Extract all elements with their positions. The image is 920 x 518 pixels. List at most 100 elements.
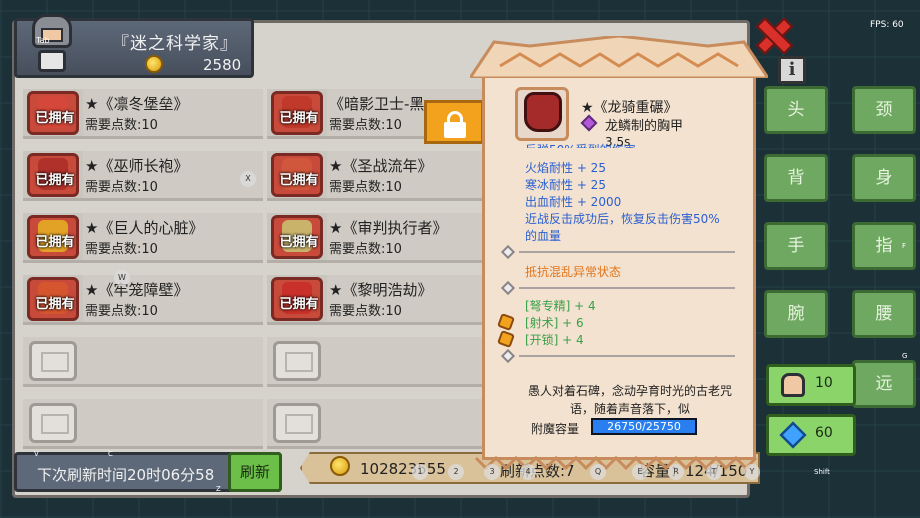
divider xyxy=(519,355,735,357)
tooltip-item-type: 龙鳞制的胸甲 xyxy=(605,119,684,134)
empty-store-slot[interactable] xyxy=(267,399,507,449)
store-item[interactable]: 已拥有 ★《圣战流年》 需要点数:10 xyxy=(267,151,507,201)
owned-label: 已拥有 xyxy=(35,297,75,312)
item-name: 《暗影卫士-黑 xyxy=(329,95,425,113)
item-name: ★《牢笼障壁》 xyxy=(85,281,189,299)
hotkey-4-hint: 4 xyxy=(520,464,536,480)
empty-store-slot[interactable] xyxy=(23,337,263,387)
store-item[interactable]: 已拥有 ★《凛冬堡垒》 需要点数:10 xyxy=(23,89,263,139)
owned-label: 已拥有 xyxy=(279,235,319,250)
item-name: ★《黎明浩劫》 xyxy=(329,281,433,299)
hotkey-r-hint: R xyxy=(668,464,684,480)
store-item[interactable]: 已拥有 ★《审判执行者》 需要点数:10 xyxy=(267,213,507,263)
enchant-capacity-value: 26750/25750 xyxy=(607,420,681,433)
store-item[interactable]: 已拥有 ★《黎明浩劫》 需要点数:10 xyxy=(267,275,507,325)
equip-slot-head[interactable]: 头 xyxy=(764,86,828,134)
owned-label: 已拥有 xyxy=(35,173,75,188)
equip-slot-wrist[interactable]: 腕 xyxy=(764,290,828,338)
stat-line: 火焰耐性 + 25 xyxy=(525,161,606,175)
divider-diamond-icon xyxy=(500,280,516,296)
store-item[interactable]: 已拥有 ★《牢笼障壁》 需要点数:10 xyxy=(23,275,263,325)
item-icon: 已拥有 xyxy=(271,91,323,135)
equip-slot-hand[interactable]: 手 xyxy=(764,222,828,270)
gem-icon xyxy=(580,114,598,132)
item-cost: 需要点数:10 xyxy=(85,304,158,319)
tooltip-bottom-edge xyxy=(474,456,758,471)
item-name: ★《巨人的心脏》 xyxy=(85,219,204,237)
item-cost: 需要点数:10 xyxy=(85,118,158,133)
divider-diamond-icon xyxy=(500,348,516,364)
enchant-capacity-label: 附魔容量 xyxy=(531,422,580,436)
item-icon: 已拥有 xyxy=(27,277,79,321)
merchant-title: 『迷之科学家』 xyxy=(112,34,238,54)
tab-key-hint: Tab xyxy=(36,36,50,45)
character-count-button[interactable]: 10 xyxy=(766,364,856,406)
item-cost: 需要点数:10 xyxy=(329,304,402,319)
owned-label: 已拥有 xyxy=(279,297,319,312)
info-icon[interactable]: i xyxy=(778,56,806,84)
empty-store-slot[interactable] xyxy=(267,337,507,387)
equip-slot-finger[interactable]: 指 xyxy=(852,222,916,270)
owned-label: 已拥有 xyxy=(279,173,319,188)
gem-count-button[interactable]: 60 xyxy=(766,414,856,456)
character-count: 10 xyxy=(815,375,833,391)
hotkey-q-hint: Q xyxy=(590,464,606,480)
owned-label: 已拥有 xyxy=(279,111,319,126)
enchant-capacity-bar: 26750/25750 xyxy=(591,418,697,435)
game-scene: FPS: 60 已拥有 ★《凛冬堡垒》 需要点数:10 已拥有 ★《巫师长袍》 … xyxy=(0,0,920,518)
equip-slot-body[interactable]: 身 xyxy=(852,154,916,202)
coin-icon xyxy=(330,456,350,476)
stat-line: 反弹50%受到的伤害 xyxy=(525,141,636,148)
skill-icon xyxy=(497,313,515,331)
skill-line: [弩专精] + 4 xyxy=(525,299,596,313)
hotkey-y-hint: Y xyxy=(744,464,760,480)
item-icon: 已拥有 xyxy=(271,215,323,259)
coin-icon xyxy=(145,55,163,73)
diamond-icon xyxy=(779,421,807,449)
item-icon: 已拥有 xyxy=(27,91,79,135)
item-cost: 需要点数:10 xyxy=(329,118,402,133)
store-item[interactable]: 已拥有 ★《巨人的心脏》 需要点数:10 xyxy=(23,213,263,263)
empty-store-slot[interactable] xyxy=(23,399,263,449)
flavor-text: 愚人对着石碑，念动孕育时光的古老咒语，随着声音落下，似 xyxy=(527,384,732,416)
item-name: ★《圣战流年》 xyxy=(329,157,433,175)
equip-slot-waist[interactable]: 腰 xyxy=(852,290,916,338)
divider xyxy=(519,287,735,289)
divider-diamond-icon xyxy=(500,244,516,260)
equip-slot-neck[interactable]: 颈 xyxy=(852,86,916,134)
hotkey-c-hint: C xyxy=(108,450,113,458)
owned-label: 已拥有 xyxy=(35,235,75,250)
hotkey-t-hint: T xyxy=(706,464,722,480)
stat-line: 近战反击成功后，恢复反击伤害50% xyxy=(525,212,720,226)
hotkey-x-hint: X xyxy=(240,171,256,187)
close-icon[interactable] xyxy=(752,14,792,54)
item-cost: 需要点数:10 xyxy=(85,242,158,257)
skill-line: [开锁] + 4 xyxy=(525,333,584,347)
item-name: ★《审判执行者》 xyxy=(329,219,448,237)
hotkey-v-hint: V xyxy=(34,450,39,458)
hotkey-2-hint: 2 xyxy=(448,464,464,480)
hotkey-shift-hint: Shift xyxy=(814,468,830,476)
wallet-coins: 102823555 xyxy=(360,460,446,478)
lock-icon[interactable] xyxy=(424,100,484,144)
tooltip-item-name: ★《龙骑重碾》 xyxy=(581,100,678,116)
fps-counter: FPS: 60 xyxy=(870,20,904,30)
hotkey-e-hint: E xyxy=(632,464,648,480)
equip-slot-back[interactable]: 背 xyxy=(764,154,828,202)
item-name: ★《凛冬堡垒》 xyxy=(85,95,189,113)
hotkey-f-hint: F xyxy=(902,242,907,250)
equip-slot-ranged[interactable]: 远 xyxy=(852,360,916,408)
refresh-button[interactable]: 刷新 xyxy=(228,452,282,492)
hotkey-z-hint: Z xyxy=(216,485,221,493)
refresh-timer: 下次刷新时间20时06分58 xyxy=(37,466,215,484)
character-avatar-icon xyxy=(781,373,805,397)
item-name: ★《巫师长袍》 xyxy=(85,157,189,175)
hotkey-w-hint: W xyxy=(114,270,130,286)
hotkey-1-hint: 1 xyxy=(412,464,428,480)
stat-line: 寒冰耐性 + 25 xyxy=(525,178,606,192)
item-icon: 已拥有 xyxy=(271,153,323,197)
item-icon: 已拥有 xyxy=(27,153,79,197)
skill-icon xyxy=(497,330,515,348)
store-item[interactable]: 已拥有 ★《巫师长袍》 需要点数:10 xyxy=(23,151,263,201)
item-tooltip: ★《龙骑重碾》 龙鳞制的胸甲 3.5s 反弹50%受到的伤害 火焰耐性 + 25… xyxy=(482,72,756,460)
